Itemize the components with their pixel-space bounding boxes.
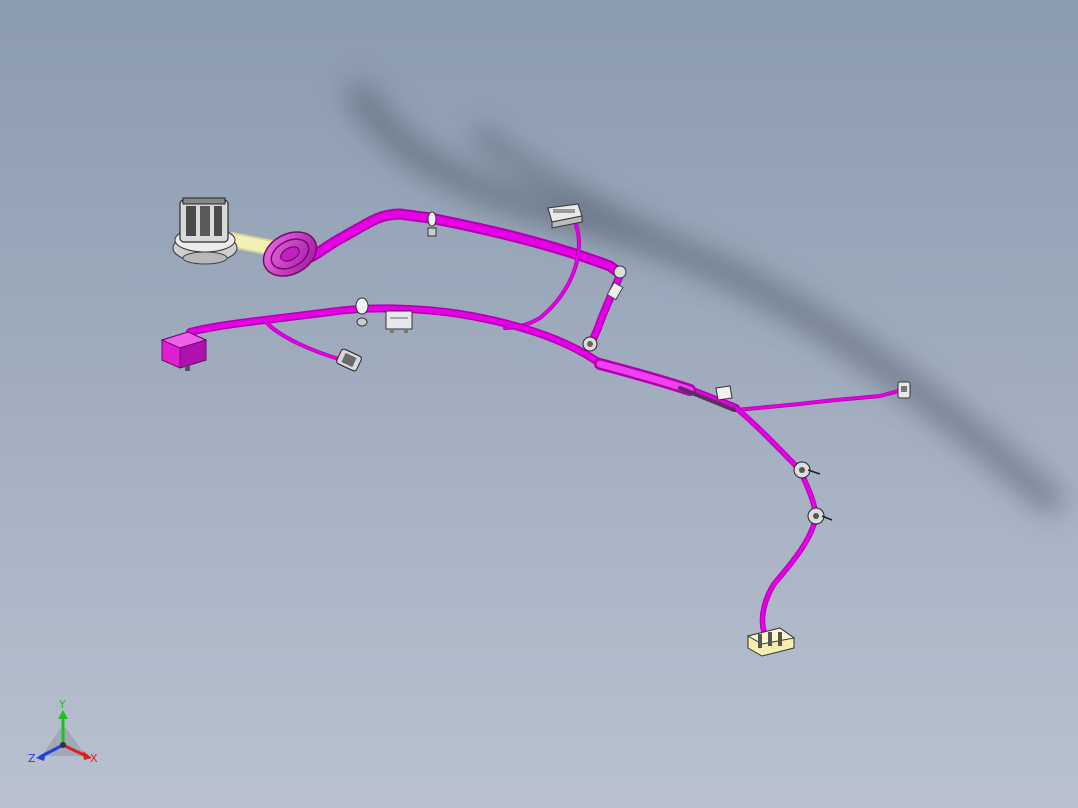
inline-tag-connector[interactable] (715, 385, 733, 401)
y-axis-label: Y (58, 698, 66, 711)
orientation-triad[interactable]: X Y Z (28, 698, 98, 765)
harness-scene: X Y Z (28, 82, 1063, 765)
round-multi-pin-connector[interactable] (172, 197, 238, 265)
rubber-grommet[interactable] (256, 223, 324, 285)
harness-shadow (347, 82, 1063, 513)
x-axis-label: X (90, 752, 98, 765)
clip-drop-1[interactable] (793, 461, 821, 479)
yellow-end-connector[interactable] (746, 627, 796, 657)
mini-relay-connector[interactable] (385, 310, 413, 333)
cad-viewport[interactable]: X Y Z (0, 0, 1078, 808)
z-arrow-icon (36, 752, 46, 761)
clip-junction[interactable] (582, 336, 598, 352)
triad-origin (60, 742, 66, 748)
clip-lower-1[interactable] (355, 297, 369, 327)
clip-upper-1[interactable] (427, 211, 437, 237)
magenta-terminal-block[interactable] (160, 331, 208, 371)
harness-wires[interactable] (186, 208, 904, 635)
small-plug-connector[interactable] (336, 348, 363, 372)
y-arrow-icon (58, 710, 68, 719)
clip-drop-2[interactable] (807, 507, 833, 525)
z-axis-label: Z (28, 752, 36, 765)
branch-end-connector[interactable] (897, 381, 911, 399)
